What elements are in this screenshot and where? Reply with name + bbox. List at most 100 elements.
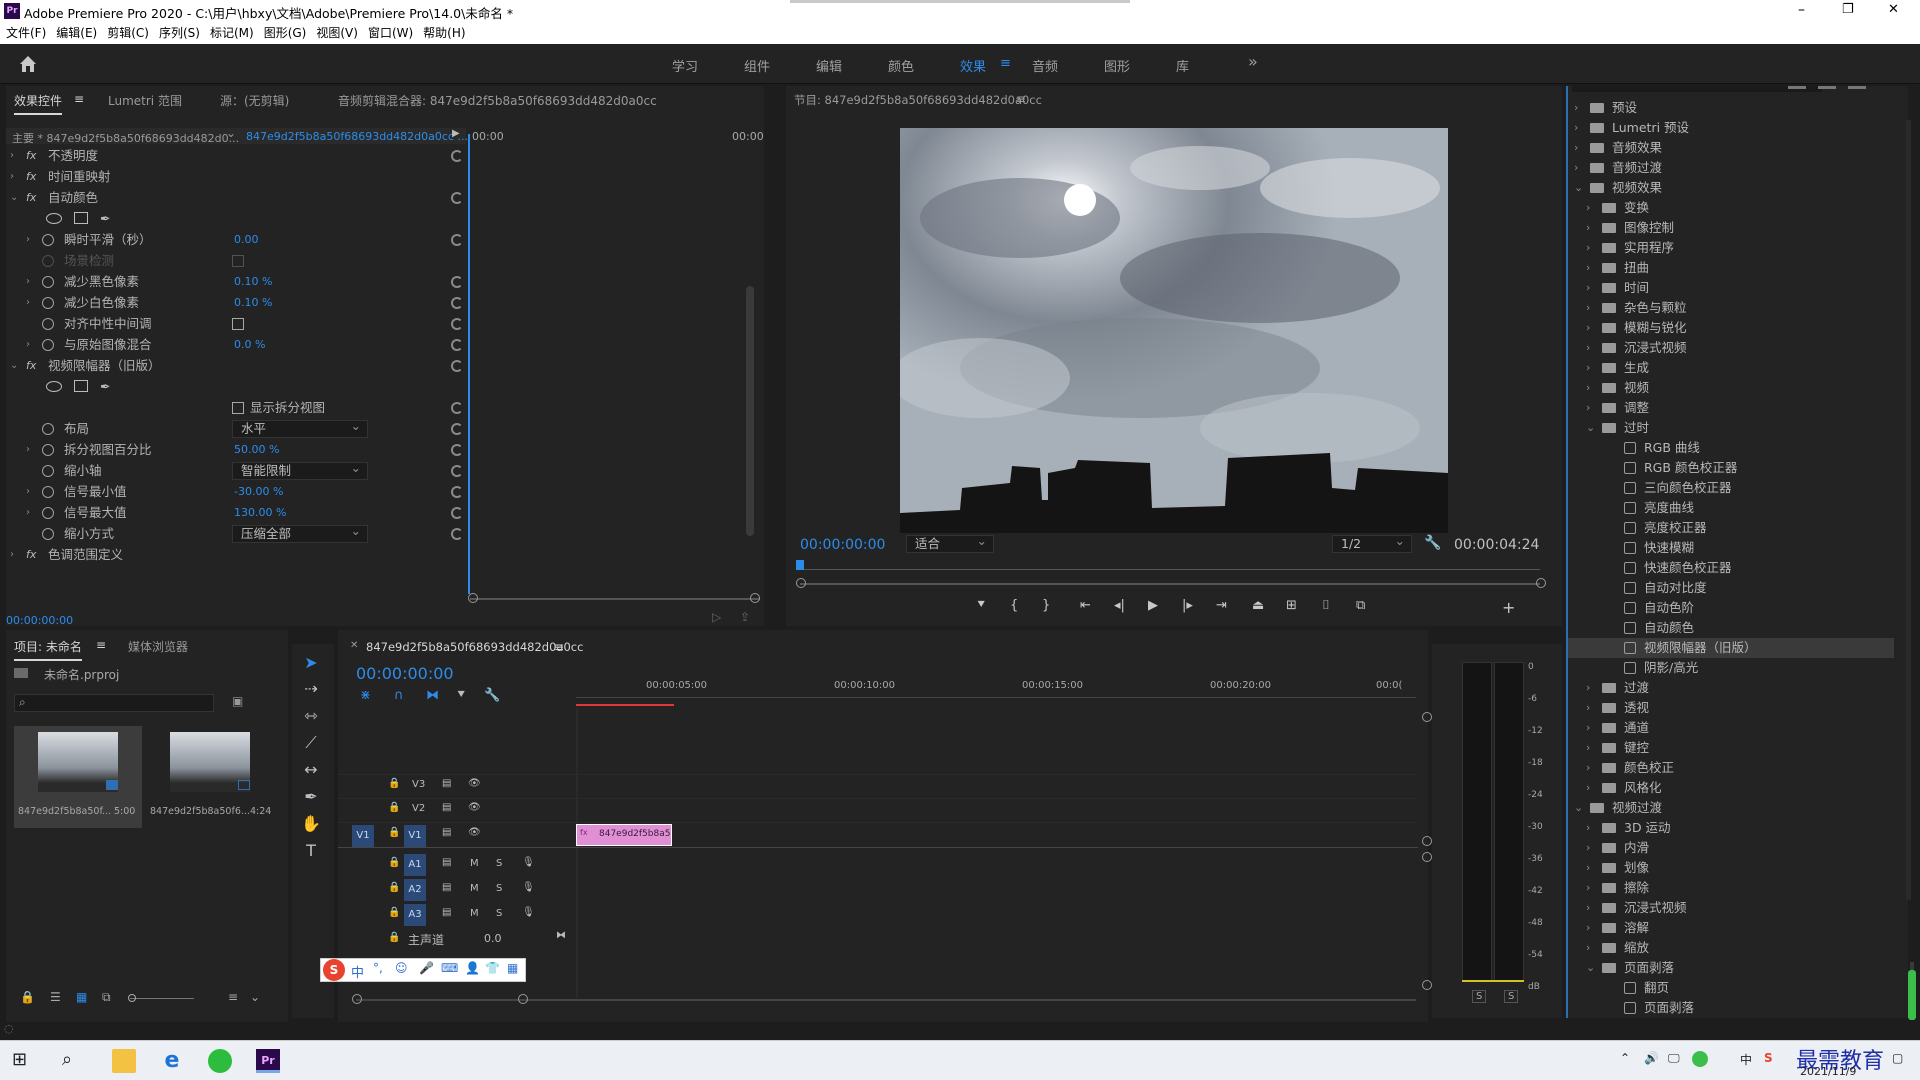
chevron-right-icon[interactable]: › [1574,158,1586,178]
stopwatch-icon[interactable] [42,465,54,477]
workspace-editing[interactable]: 编辑 [816,56,842,75]
chevron-right-icon[interactable]: › [1586,318,1598,338]
effects-tree-item[interactable]: 翻页 [1568,978,1894,998]
a1-solo-button[interactable]: S [496,858,502,869]
chevron-down-icon[interactable]: ⌄ [1586,958,1598,978]
a3-mic-icon[interactable]: 🎙 [522,907,535,918]
ec-row[interactable]: 显示拆分视图 [6,398,466,418]
workspace-color[interactable]: 颜色 [888,56,914,75]
fx-toggle-icon[interactable]: fx [26,146,36,166]
chevron-right-icon[interactable]: › [1574,138,1586,158]
effects-tree-item[interactable]: RGB 颜色校正器 [1568,458,1894,478]
tab-effect-controls[interactable]: 效果控件 [14,92,63,115]
ec-scrollbar[interactable] [746,286,754,536]
ime-keyboard-icon[interactable]: ⌨ [441,961,458,975]
effects-tree-item[interactable]: 自动色阶 [1568,598,1894,618]
menu-file[interactable]: 文件(F) [6,22,46,44]
master-volume-value[interactable]: 0.0 [484,932,502,945]
reset-param-icon[interactable] [451,528,463,540]
mark-in-icon[interactable]: { [1010,598,1018,613]
a3-lock-icon[interactable]: 🔒 [388,907,400,918]
effects-tree-item[interactable]: › 内滑 [1568,838,1894,858]
effects-tree-item[interactable]: 自动对比度 [1568,578,1894,598]
ime-toolbox-icon[interactable]: ▦ [507,961,518,975]
effects-tree-item[interactable]: › 风格化 [1568,778,1894,798]
menu-sequence[interactable]: 序列(S) [159,22,200,44]
sort-icon[interactable]: ≡ [228,990,238,1004]
workspace-assembly[interactable]: 组件 [744,56,770,75]
chevron-right-icon[interactable]: › [1586,858,1598,878]
effects-tree-item[interactable]: › 音频效果 [1568,138,1894,158]
chevron-right-icon[interactable]: › [1586,738,1598,758]
hand-tool-icon[interactable]: ✋ [300,813,322,835]
chevron-right-icon[interactable]: › [1586,338,1598,358]
go-to-in-icon[interactable]: ⇤ [1080,598,1091,613]
step-back-icon[interactable]: ◂| [1114,598,1125,613]
timeline-vscroll-top[interactable] [1422,712,1432,722]
effects-tree-item[interactable]: 亮度校正器 [1568,518,1894,538]
effects-tree-item[interactable]: › 透视 [1568,698,1894,718]
chevron-right-icon[interactable]: › [1586,898,1598,918]
ec-bottom-timecode[interactable]: 00:00:00:00 [6,614,73,627]
ec-param-value[interactable]: -30.00 % [234,482,283,502]
ec-row[interactable]: › 瞬时平滑（秒） 0.00 [6,230,466,250]
effects-tree-item[interactable]: › 音频过渡 [1568,158,1894,178]
workspace-graphics[interactable]: 图形 [1104,56,1130,75]
sogou-logo-icon[interactable]: S [323,959,345,981]
expand-arrow-icon[interactable]: › [26,272,30,292]
a1-lock-icon[interactable]: 🔒 [388,857,400,868]
effects-tree-item[interactable]: › 划像 [1568,858,1894,878]
a2-lock-icon[interactable]: 🔒 [388,882,400,893]
ec-dropdown[interactable]: 智能限制 [232,460,368,480]
ec-zoom-slider[interactable] [470,598,760,600]
wechat-icon[interactable] [208,1049,232,1073]
ec-param-value[interactable]: 130.00 % [234,503,286,523]
a1-mic-icon[interactable]: 🎙 [522,857,535,868]
ec-checkbox[interactable] [232,402,244,414]
reset-param-icon[interactable] [451,507,463,519]
meter-solo-left[interactable]: S [1472,990,1487,1003]
reset-param-icon[interactable] [451,444,463,456]
effects-search-field[interactable] [1572,86,1822,92]
timeline-hscroll[interactable] [356,999,1416,1001]
effects-tree-item[interactable]: › 图像控制 [1568,218,1894,238]
workspace-menu-icon[interactable]: ≡ [1000,56,1011,71]
v2-lock-icon[interactable]: 🔒 [388,802,400,813]
v1-eye-icon[interactable]: 👁 [468,827,481,838]
v1-label[interactable]: V1 [404,825,426,847]
comparison-view-icon[interactable]: ⧉ [1356,598,1365,613]
effects-tree-item[interactable]: 视频限幅器（旧版） [1568,638,1894,658]
ec-row[interactable]: ⌄ fx 视频限幅器（旧版） [6,356,466,376]
effects-tree-item[interactable]: › 调整 [1568,398,1894,418]
chevron-right-icon[interactable]: › [1574,118,1586,138]
effects-tree-item[interactable]: ⌄ 过时 [1568,418,1894,438]
work-area-bar[interactable] [576,704,674,706]
chevron-right-icon[interactable]: › [1586,378,1598,398]
effects-tree-item[interactable]: › 过渡 [1568,678,1894,698]
chevron-right-icon[interactable]: › [1586,258,1598,278]
chevron-right-icon[interactable]: › [1586,818,1598,838]
a2-solo-button[interactable]: S [496,883,502,894]
effects-tree-item[interactable]: ⌄ 视频效果 [1568,178,1894,198]
effects-tree-item[interactable]: 亮度曲线 [1568,498,1894,518]
program-zoom-right[interactable] [1536,578,1546,588]
timeline-vscroll-mid[interactable] [1422,836,1432,846]
v3-eye-icon[interactable]: 👁 [468,778,481,789]
expand-arrow-icon[interactable]: › [10,545,14,565]
program-time-ruler[interactable] [800,562,1540,570]
freeform-view-icon[interactable]: ⧉ [102,990,111,1005]
effects-tree-item[interactable]: 快速模糊 [1568,538,1894,558]
windows-start-icon[interactable]: ⊞ [12,1049,36,1073]
linked-selection-icon[interactable]: ⧓ [426,688,439,703]
chevron-right-icon[interactable]: › [1586,198,1598,218]
effects-tree-item[interactable]: 页面剥落 [1568,998,1894,1018]
home-icon[interactable] [18,54,38,74]
ripple-edit-tool-icon[interactable]: ⇿ [300,705,322,727]
ec-row[interactable]: › 拆分视图百分比 50.00 % [6,440,466,460]
reset-param-icon[interactable] [451,339,463,351]
ec-zoom-handle-left[interactable] [468,593,478,603]
fit-dropdown[interactable]: 适合 [906,533,994,553]
ec-row[interactable]: ✒ [6,209,466,229]
menu-graphics[interactable]: 图形(G) [264,22,307,44]
go-to-out-icon[interactable]: ⇥ [1216,598,1227,613]
